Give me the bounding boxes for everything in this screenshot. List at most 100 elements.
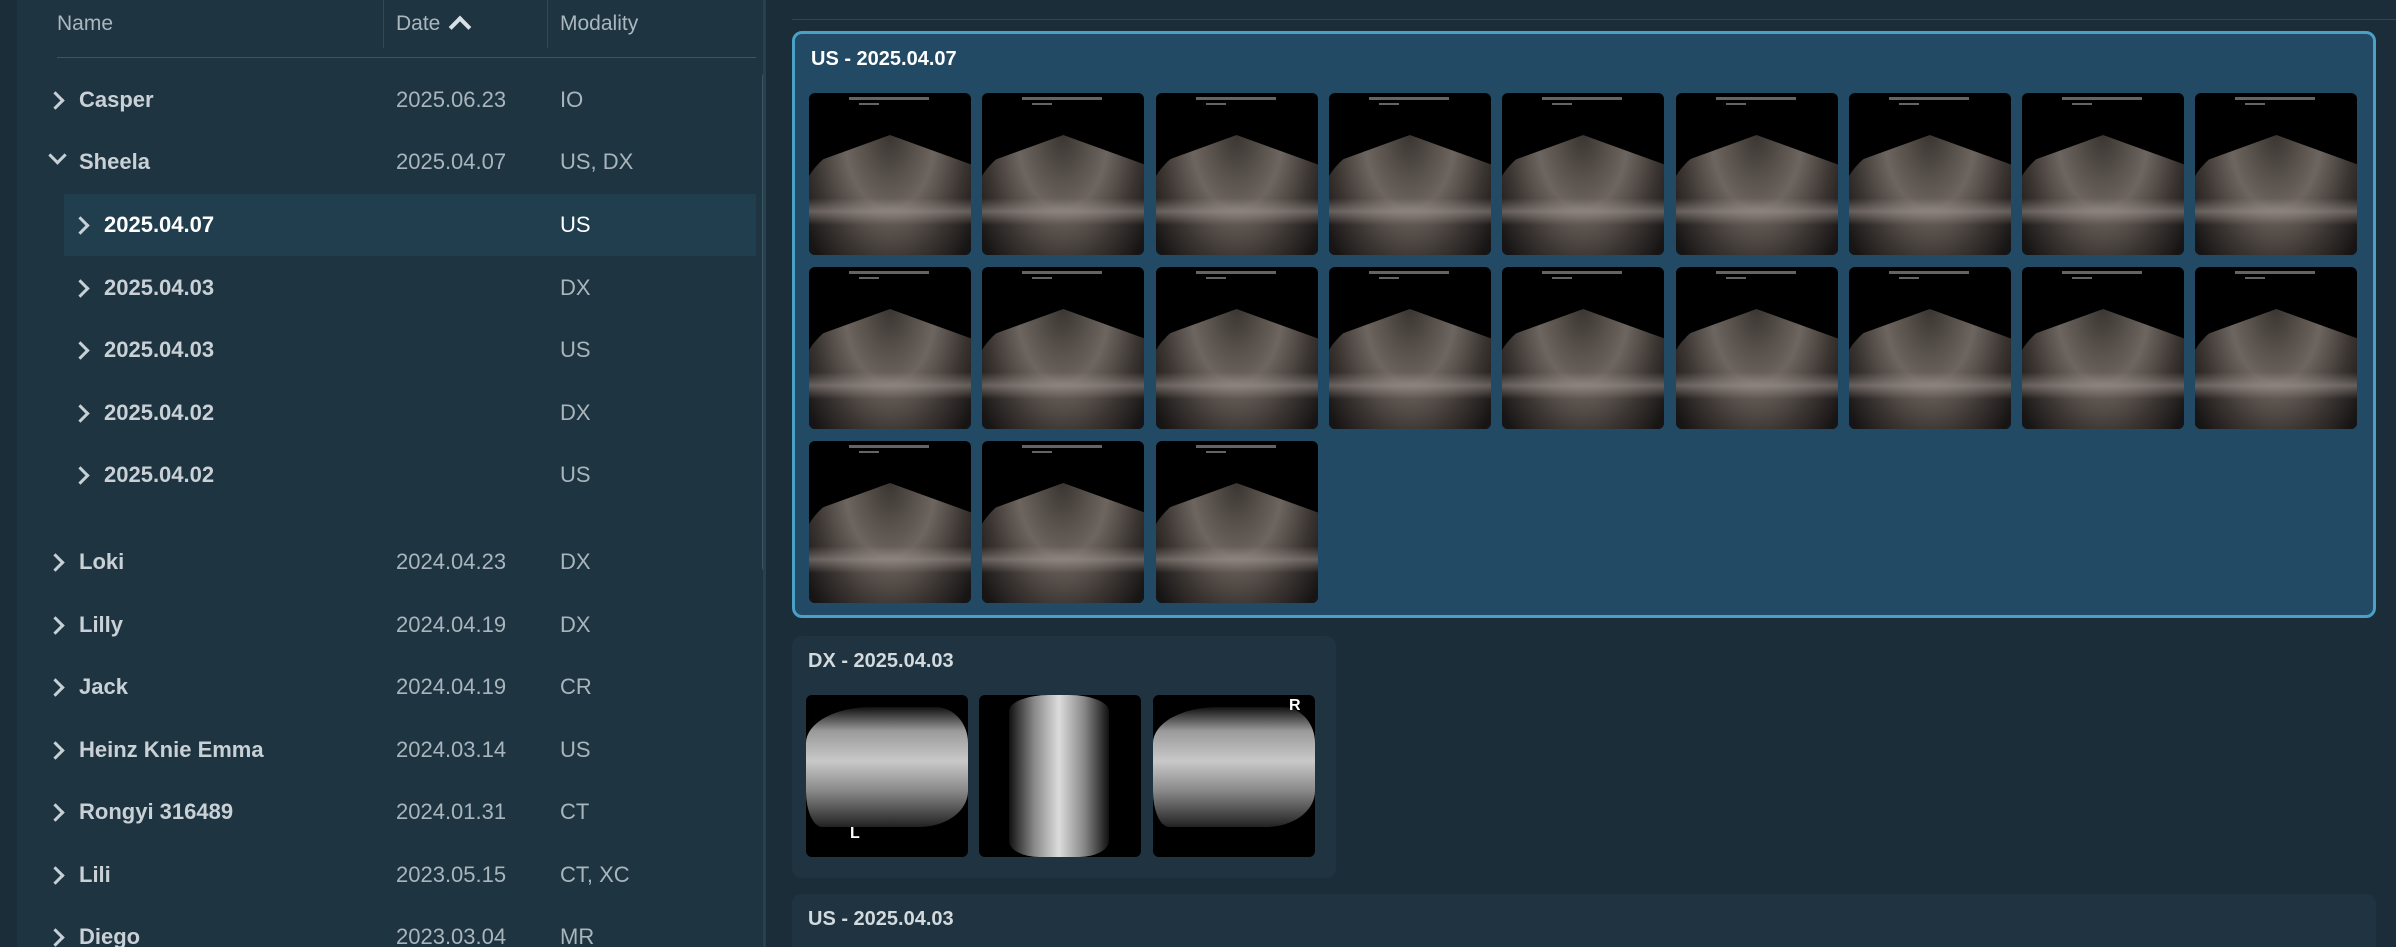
ultrasound-image-thumbnail[interactable] [1155, 93, 1318, 255]
image-header-overlay [1195, 271, 1276, 274]
image-header-overlay [2072, 277, 2093, 279]
ultrasound-scan-image [1328, 309, 1491, 429]
ultrasound-image-thumbnail[interactable] [1675, 267, 1838, 429]
study-date: 2025.04.02 [104, 400, 215, 425]
ultrasound-image-thumbnail[interactable] [2195, 267, 2358, 429]
ultrasound-scan-image [1155, 309, 1318, 429]
image-header-overlay [1898, 277, 1919, 279]
patient-row[interactable]: Loki 2024.04.23 DX [17, 531, 737, 593]
ultrasound-image-thumbnail[interactable] [1155, 441, 1318, 603]
image-header-overlay [1715, 97, 1796, 100]
xray-image-thumbnail[interactable] [979, 695, 1142, 857]
ultrasound-image-thumbnail[interactable] [809, 441, 971, 603]
ultrasound-image-thumbnail[interactable] [809, 267, 971, 429]
image-header-overlay [1205, 451, 1226, 453]
chevron-right-icon[interactable] [46, 552, 65, 572]
patient-modality: US, DX [560, 149, 634, 174]
chevron-right-icon[interactable] [46, 740, 65, 760]
ultrasound-image-thumbnail[interactable] [982, 441, 1145, 603]
study-date: 2025.04.03 [104, 275, 215, 300]
study-date: 2025.04.02 [104, 462, 215, 487]
ultrasound-scan-image [1675, 135, 1838, 255]
image-header-overlay [1378, 103, 1399, 105]
patient-date: 2023.03.04 [396, 924, 507, 947]
study-card-title: US - 2025.04.07 [811, 48, 957, 70]
study-card-us[interactable]: US - 2025.04.03 [792, 894, 2376, 947]
patient-row[interactable]: Casper 2025.06.23 IO [17, 69, 737, 131]
image-header-overlay [1032, 103, 1053, 105]
ultrasound-image-thumbnail[interactable] [982, 267, 1145, 429]
chevron-right-icon[interactable] [46, 677, 65, 697]
patient-row[interactable]: Jack 2024.04.19 CR [17, 656, 737, 718]
image-header-overlay [2062, 97, 2143, 100]
ultrasound-scan-image [982, 309, 1145, 429]
ultrasound-scan-image [1328, 135, 1491, 255]
image-header-overlay [1032, 451, 1053, 453]
patient-row[interactable]: Lili 2023.05.15 CT, XC [17, 844, 737, 906]
chevron-right-icon[interactable] [71, 465, 90, 485]
chevron-right-icon[interactable] [71, 403, 90, 423]
chevron-down-icon[interactable] [48, 146, 67, 165]
ultrasound-image-thumbnail[interactable] [982, 93, 1145, 255]
ultrasound-scan-image [1848, 135, 2011, 255]
chevron-right-icon[interactable] [46, 865, 65, 885]
patient-row[interactable]: Heinz Knie Emma 2024.03.14 US [17, 719, 737, 781]
study-date: 2025.04.07 [104, 212, 215, 237]
study-row[interactable]: 2025.04.03 DX [17, 257, 737, 319]
image-header-overlay [849, 97, 929, 100]
chevron-right-icon[interactable] [71, 340, 90, 360]
study-modality: DX [560, 275, 591, 300]
ultrasound-image-thumbnail[interactable] [1328, 93, 1491, 255]
patient-row[interactable]: Rongyi 316489 2024.01.31 CT [17, 781, 737, 843]
study-row[interactable]: 2025.04.02 US [17, 444, 737, 506]
image-header-overlay [2235, 271, 2316, 274]
study-modality: US [560, 212, 591, 237]
study-row[interactable]: 2025.04.07 US [64, 194, 756, 256]
study-row[interactable]: 2025.04.02 DX [17, 382, 737, 444]
ultrasound-image-thumbnail[interactable] [1848, 93, 2011, 255]
image-header-overlay [1888, 271, 1969, 274]
laterality-marker: L [850, 825, 860, 842]
ultrasound-image-thumbnail[interactable] [1155, 267, 1318, 429]
ultrasound-image-thumbnail[interactable] [2195, 93, 2358, 255]
chevron-right-icon[interactable] [71, 278, 90, 298]
study-modality: US [560, 337, 591, 362]
ultrasound-scan-image [1675, 309, 1838, 429]
chevron-right-icon[interactable] [71, 215, 90, 235]
study-row[interactable]: 2025.04.03 US [17, 319, 737, 381]
patient-modality: IO [560, 87, 584, 112]
xray-image-thumbnail[interactable]: R [1152, 695, 1315, 857]
ultrasound-image-thumbnail[interactable] [2022, 267, 2185, 429]
chevron-right-icon[interactable] [46, 615, 65, 635]
chevron-right-icon[interactable] [46, 802, 65, 822]
patient-row[interactable]: Lilly 2024.04.19 DX [17, 594, 737, 656]
image-header-overlay [849, 445, 929, 448]
ultrasound-image-thumbnail[interactable] [1848, 267, 2011, 429]
ultrasound-scan-image [1155, 483, 1318, 603]
patient-name: Sheela [79, 149, 150, 174]
xray-image-thumbnail[interactable]: L [806, 695, 968, 857]
ultrasound-image-thumbnail[interactable] [809, 93, 971, 255]
study-card-title: US - 2025.04.03 [808, 908, 954, 930]
ultrasound-image-thumbnail[interactable] [1502, 267, 1665, 429]
patient-row[interactable]: Sheela 2025.04.07 US, DX [17, 131, 737, 193]
image-header-overlay [1032, 277, 1053, 279]
patient-row[interactable]: Diego 2023.03.04 MR [17, 906, 737, 947]
image-header-overlay [1552, 103, 1573, 105]
patient-date: 2024.04.19 [396, 674, 507, 699]
chevron-right-icon[interactable] [46, 927, 65, 947]
image-header-overlay [2245, 277, 2266, 279]
ultrasound-image-thumbnail[interactable] [1328, 267, 1491, 429]
ultrasound-image-thumbnail[interactable] [1502, 93, 1665, 255]
image-header-overlay [859, 451, 879, 453]
study-card-us-selected[interactable]: US - 2025.04.07 [792, 31, 2376, 618]
ultrasound-image-thumbnail[interactable] [2022, 93, 2185, 255]
study-modality: US [560, 462, 591, 487]
chevron-right-icon[interactable] [46, 90, 65, 110]
image-header-overlay [1888, 97, 1969, 100]
xray-scan-image [1009, 695, 1110, 857]
patient-modality: DX [560, 549, 591, 574]
study-viewer-panel: US - 2025.04.07 DX - 2025.04.03 L R US - … [766, 0, 2396, 947]
study-card-dx[interactable]: DX - 2025.04.03 L R [792, 636, 1336, 878]
ultrasound-image-thumbnail[interactable] [1675, 93, 1838, 255]
